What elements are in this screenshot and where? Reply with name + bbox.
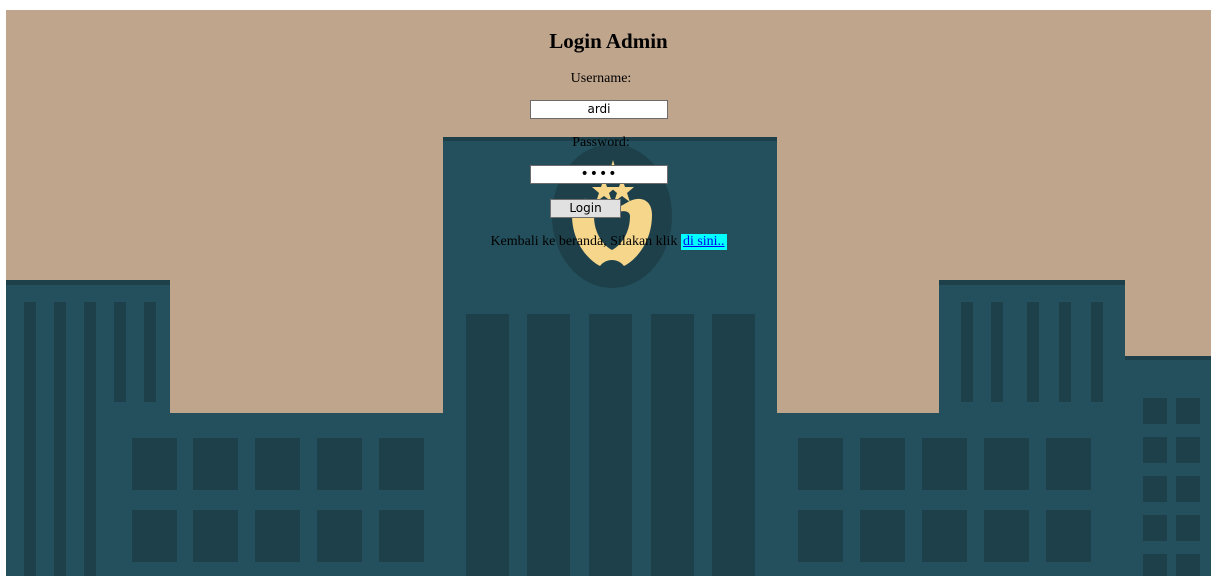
back-to-home: Kembali ke beranda, Silakan klik di sini… [6,234,1211,250]
password-input[interactable]: •••• [530,165,668,184]
back-text: Kembali ke beranda, Silakan klik [490,234,681,249]
page-viewport: Login Admin Username: ardi Password: •••… [6,10,1211,576]
home-link[interactable]: di sini.. [680,234,727,250]
right-wing [777,413,1111,576]
password-label: Password: [572,135,630,150]
left-wing [110,413,445,576]
city-background [6,10,1211,576]
far-right-building [1125,356,1211,576]
username-label: Username: [570,71,632,86]
username-input[interactable]: ardi [530,100,668,119]
login-button[interactable]: Login [550,199,621,218]
page-title: Login Admin [549,29,668,53]
